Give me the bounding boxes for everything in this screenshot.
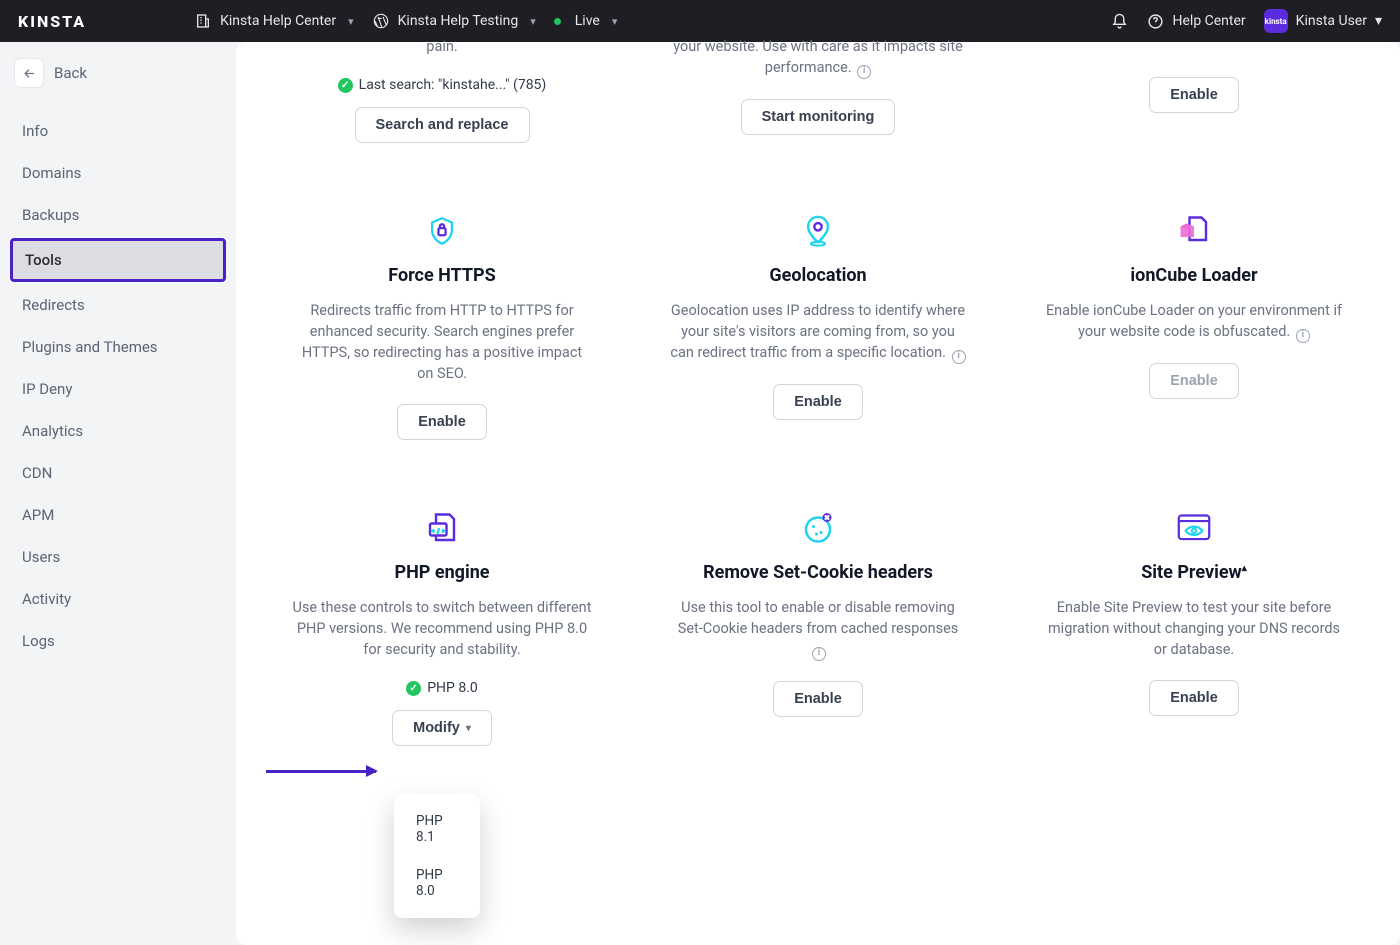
sidebar-item-users[interactable]: Users	[10, 538, 226, 576]
card-desc: Use this tool to enable or disable remov…	[668, 597, 968, 661]
help-icon	[1147, 12, 1165, 30]
sidebar: Back Info Domains Backups Tools Redirect…	[0, 42, 236, 945]
php-modify-button[interactable]: Modify ▾	[392, 710, 492, 746]
card-geolocation: Geolocation Geolocation uses IP address …	[660, 213, 976, 440]
card-title: ionCube Loader	[1036, 265, 1352, 286]
sidebar-item-backups[interactable]: Backups	[10, 196, 226, 234]
card-title: Geolocation	[660, 265, 976, 286]
sidebar-item-analytics[interactable]: Analytics	[10, 412, 226, 450]
geolocation-enable-button[interactable]: Enable	[773, 384, 863, 420]
check-icon: ✓	[406, 681, 421, 696]
card-generic-enable-top: Enable	[1036, 36, 1352, 143]
card-search-replace: pain. ✓ Last search: "kinstahe..." (785)…	[284, 36, 600, 143]
card-desc: Geolocation uses IP address to identify …	[668, 300, 968, 364]
php-modify-dropdown: PHP 8.1 PHP 8.0	[394, 794, 480, 918]
card-desc: Enable ionCube Loader on your environmen…	[1044, 300, 1344, 343]
force-https-enable-button[interactable]: Enable	[397, 404, 487, 440]
status-dot-icon	[554, 18, 561, 25]
enable-button[interactable]: Enable	[1149, 77, 1239, 113]
sidebar-item-cdn[interactable]: CDN	[10, 454, 226, 492]
sidebar-item-activity[interactable]: Activity	[10, 580, 226, 618]
site-label: Kinsta Help Testing	[398, 13, 519, 29]
card-desc: Redirects traffic from HTTP to HTTPS for…	[292, 300, 592, 384]
php-option-80[interactable]: PHP 8.0	[394, 856, 480, 910]
bell-icon	[1111, 12, 1129, 30]
check-icon: ✓	[338, 78, 353, 93]
logo: KINSTA	[18, 12, 86, 31]
search-replace-button[interactable]: Search and replace	[355, 107, 530, 143]
org-selector[interactable]: Kinsta Help Center ▾	[194, 12, 354, 30]
info-icon[interactable]: i	[1296, 329, 1310, 343]
sidebar-item-domains[interactable]: Domains	[10, 154, 226, 192]
building-icon	[194, 12, 212, 30]
card-site-preview: Site Preview▴ Enable Site Preview to tes…	[1036, 510, 1352, 746]
search-status: ✓ Last search: "kinstahe..." (785)	[284, 77, 600, 93]
org-label: Kinsta Help Center	[220, 13, 336, 29]
chevron-down-icon: ▾	[348, 15, 354, 28]
tools-panel: pain. ✓ Last search: "kinstahe..." (785)…	[236, 42, 1400, 945]
location-pin-icon	[800, 213, 836, 249]
set-cookie-enable-button[interactable]: Enable	[773, 681, 863, 717]
card-desc: Enable Site Preview to test your site be…	[1044, 597, 1344, 660]
info-icon[interactable]: i	[952, 350, 966, 364]
sidebar-item-logs[interactable]: Logs	[10, 622, 226, 660]
php-option-81[interactable]: PHP 8.1	[394, 802, 480, 856]
sidebar-item-tools[interactable]: Tools	[10, 238, 226, 282]
card-set-cookie: Remove Set-Cookie headers Use this tool …	[660, 510, 976, 746]
code-file-icon	[424, 510, 460, 546]
card-desc	[1044, 36, 1344, 57]
info-icon[interactable]: i	[857, 65, 871, 79]
cube-document-icon	[1176, 213, 1212, 249]
chevron-down-icon: ▾	[1375, 13, 1382, 29]
back-label: Back	[54, 64, 87, 82]
card-desc: Use these controls to switch between dif…	[292, 597, 592, 660]
avatar: kinsta	[1264, 9, 1288, 33]
sidebar-item-redirects[interactable]: Redirects	[10, 286, 226, 324]
card-ioncube: ionCube Loader Enable ionCube Loader on …	[1036, 213, 1352, 440]
card-title: Site Preview▴	[1036, 562, 1352, 583]
help-label: Help Center	[1173, 13, 1246, 29]
card-title: PHP engine	[284, 562, 600, 583]
card-force-https: Force HTTPS Redirects traffic from HTTP …	[284, 213, 600, 440]
annotation-arrow	[266, 770, 376, 773]
start-monitoring-button[interactable]: Start monitoring	[741, 99, 896, 135]
sidebar-item-info[interactable]: Info	[10, 112, 226, 150]
chevron-down-icon: ▾	[466, 723, 471, 734]
wordpress-icon	[372, 12, 390, 30]
sidebar-item-plugins-themes[interactable]: Plugins and Themes	[10, 328, 226, 366]
php-status: ✓ PHP 8.0	[284, 680, 600, 696]
info-icon[interactable]: i	[812, 647, 826, 661]
ioncube-enable-button[interactable]: Enable	[1149, 363, 1239, 399]
chevron-down-icon: ▾	[530, 15, 536, 28]
shield-lock-icon	[424, 213, 460, 249]
back-button[interactable]	[14, 58, 44, 88]
site-preview-enable-button[interactable]: Enable	[1149, 680, 1239, 716]
card-desc: pain.	[292, 36, 592, 57]
sidebar-item-ip-deny[interactable]: IP Deny	[10, 370, 226, 408]
site-selector[interactable]: Kinsta Help Testing ▾	[372, 12, 536, 30]
cookie-icon	[800, 510, 836, 546]
card-monitoring: your website. Use with care as it impact…	[660, 36, 976, 143]
card-desc: your website. Use with care as it impact…	[668, 36, 968, 79]
notifications-button[interactable]	[1111, 12, 1129, 30]
user-label: Kinsta User	[1296, 13, 1367, 29]
card-title: Remove Set-Cookie headers	[660, 562, 976, 583]
env-label: Live	[575, 13, 600, 29]
help-center-link[interactable]: Help Center	[1147, 12, 1246, 30]
card-php-engine: PHP engine Use these controls to switch …	[284, 510, 600, 746]
sidebar-item-apm[interactable]: APM	[10, 496, 226, 534]
chevron-down-icon: ▾	[612, 15, 618, 28]
browser-eye-icon	[1176, 510, 1212, 546]
user-menu[interactable]: kinsta Kinsta User ▾	[1264, 9, 1382, 33]
env-selector[interactable]: Live ▾	[554, 13, 618, 29]
card-title: Force HTTPS	[284, 265, 600, 286]
